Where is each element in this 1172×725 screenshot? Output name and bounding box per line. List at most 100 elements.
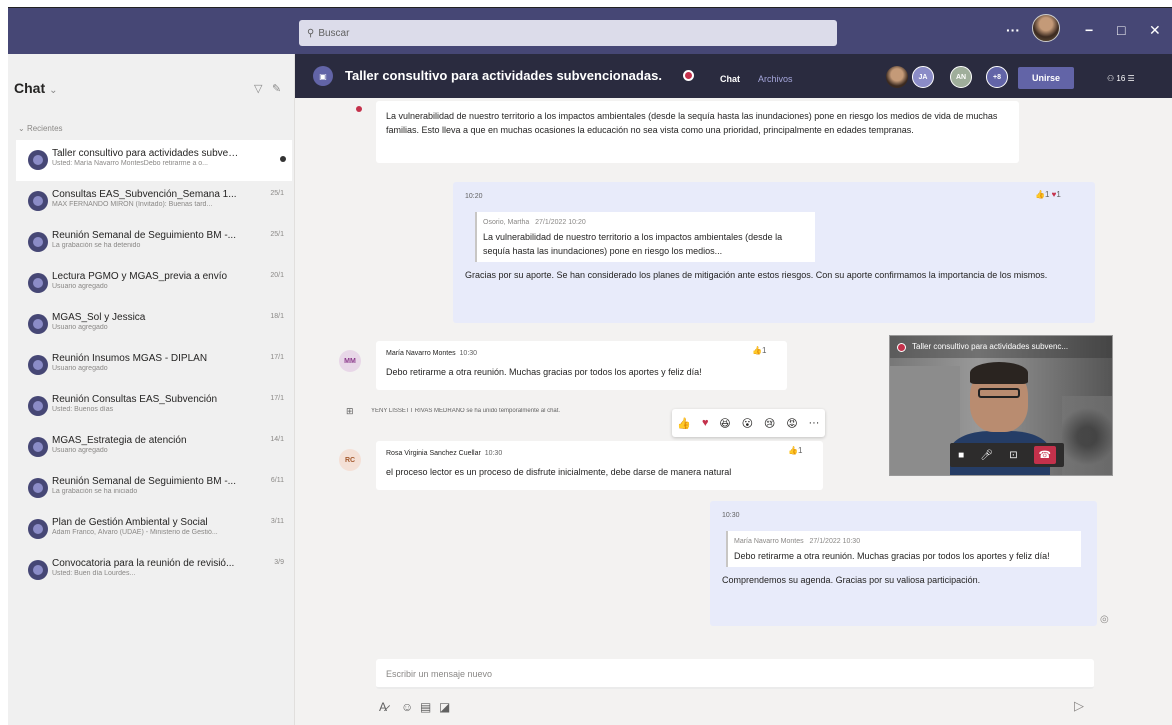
reactions[interactable]: 👍1 (788, 446, 802, 455)
message-bubble[interactable]: 10:20 Osorio, Martha 27/1/2022 10:20 La … (453, 182, 1095, 323)
participants-button[interactable]: ⚇ 16 ☰ (1107, 74, 1135, 83)
chat-avatar (28, 150, 48, 170)
camera-icon[interactable]: ■ (958, 450, 964, 461)
channel-title: Taller consultivo para actividades subve… (345, 68, 662, 83)
message-text: Gracias por su aporte. Se han considerad… (465, 270, 1048, 280)
list-item[interactable]: Reunión Semanal de Seguimiento BM -... La… (16, 222, 292, 263)
meeting-active-icon (280, 156, 286, 162)
chat-name: Consultas EAS_Subvención_Semana 1... (52, 189, 237, 200)
chat-avatar (28, 273, 48, 293)
avatar[interactable]: RC (339, 449, 361, 471)
search-input[interactable]: ⚲ Buscar (299, 20, 837, 46)
tab-chat[interactable]: Chat (720, 74, 740, 84)
list-item[interactable]: Taller consultivo para actividades subve… (16, 140, 292, 181)
chat-preview: Usuario agregado (52, 365, 108, 372)
chat-avatar (28, 519, 48, 539)
meeting-icon: ▣ (313, 66, 333, 86)
chat-list: Taller consultivo para actividades subve… (16, 140, 292, 591)
video-popout[interactable]: Taller consultivo para actividades subve… (889, 335, 1113, 476)
chat-preview: Usted: María Navarro MontesDebo retirarm… (52, 160, 209, 167)
chevron-down-icon: ⌄ (49, 85, 58, 96)
avatar[interactable]: MM (339, 350, 361, 372)
chat-preview: Usuario agregado (52, 447, 108, 454)
more-participants-badge[interactable]: +8 (986, 66, 1008, 88)
message-bubble[interactable]: La vulnerabilidad de nuestro territorio … (376, 101, 1019, 163)
close-button[interactable]: ✕ (1149, 22, 1161, 39)
video-plant (1062, 396, 1112, 475)
hang-up-button[interactable]: ☎ (1033, 446, 1056, 464)
video-person-hair (970, 362, 1028, 384)
chat-avatar (28, 232, 48, 252)
like-icon: 👍 (752, 346, 762, 355)
message-bubble[interactable]: María Navarro Montes 10:30 Debo retirarm… (376, 341, 787, 390)
user-avatar[interactable] (1032, 14, 1060, 42)
mic-icon[interactable]: 🎤︎ (980, 450, 993, 461)
list-item[interactable]: MGAS_Estrategia de atención Usuario agreg… (16, 427, 292, 468)
gif-icon[interactable]: ▤ (420, 700, 431, 714)
message-author: Rosa Virginia Sanchez Cuellar 10:30 (386, 450, 503, 457)
list-item[interactable]: Convocatoria para la reunión de revisió.… (16, 550, 292, 591)
format-icon[interactable]: A̷ (379, 700, 387, 714)
list-item[interactable]: Plan de Gestión Ambiental y Social Adam F… (16, 509, 292, 550)
message-bubble[interactable]: Rosa Virginia Sanchez Cuellar 10:30 el p… (376, 441, 823, 490)
like-icon[interactable]: 👍 (677, 417, 691, 430)
more-icon[interactable]: ··· (808, 417, 819, 429)
angry-icon[interactable]: 😡 (786, 417, 797, 430)
people-icon: ⚇ (1107, 74, 1115, 83)
list-item[interactable]: Lectura PGMO y MGAS_previa a envío Usuari… (16, 263, 292, 304)
join-button[interactable]: Unirse (1018, 67, 1074, 89)
message-text: Comprendemos su agenda. Gracias por su v… (722, 575, 981, 585)
chat-preview: Usuario agregado (52, 283, 108, 290)
quoted-message[interactable]: María Navarro Montes 27/1/2022 10:30 Deb… (726, 531, 1081, 567)
chat-name: Convocatoria para la reunión de revisió.… (52, 558, 235, 569)
message-text: Debo retirarme a otra reunión. Muchas gr… (386, 367, 702, 377)
join-icon: ⊞ (346, 406, 354, 416)
new-chat-icon[interactable]: ✎ (272, 82, 281, 95)
list-item[interactable]: Reunión Consultas EAS_Subvención Usted: B… (16, 386, 292, 427)
list-item[interactable]: Reunión Insumos MGAS - DIPLAN Usuario agr… (16, 345, 292, 386)
laugh-icon[interactable]: 😆 (719, 417, 730, 430)
participant-avatar[interactable]: JA (912, 66, 934, 88)
chat-title-label: Chat (14, 80, 46, 96)
chat-avatar (28, 191, 48, 211)
reactions[interactable]: 👍1 ♥1 (1035, 190, 1061, 199)
maximize-button[interactable]: □ (1117, 22, 1125, 38)
list-item[interactable]: MGAS_Sol y Jessica Usuario agregado 18/1 (16, 304, 292, 345)
quoted-message[interactable]: Osorio, Martha 27/1/2022 10:20 La vulner… (475, 212, 815, 262)
sticker-icon[interactable]: ◪ (439, 700, 450, 714)
list-item[interactable]: Consultas EAS_Subvención_Semana 1... MAX … (16, 181, 292, 222)
reactions[interactable]: 👍1 (752, 346, 766, 355)
chat-date: 6/11 (270, 477, 284, 484)
chat-date: 17/1 (270, 354, 284, 361)
chat-preview: La grabación se ha detenido (52, 242, 141, 249)
sad-icon[interactable]: 😢 (764, 417, 775, 430)
recording-icon (683, 70, 694, 81)
chat-list-title[interactable]: Chat ⌄ (14, 80, 58, 96)
chat-avatar (28, 314, 48, 334)
phone-icon: ☎ (1038, 449, 1052, 461)
participant-avatar-photo[interactable] (886, 66, 908, 88)
surprised-icon[interactable]: 😮 (742, 417, 753, 430)
more-options-button[interactable]: ··· (1006, 22, 1020, 38)
section-recent[interactable]: ⌄ Recientes (18, 124, 63, 133)
chat-name: Reunión Semanal de Seguimiento BM -... (52, 230, 236, 241)
chat-preview: Usuario agregado (52, 324, 108, 331)
participant-avatar[interactable]: AN (950, 66, 972, 88)
message-author: María Navarro Montes 10:30 (386, 350, 478, 357)
message-compose-input[interactable]: Escribir un mensaje nuevo (376, 659, 1094, 689)
call-controls: ■ 🎤︎ ⊡ ☎ (950, 443, 1064, 467)
minimize-button[interactable]: − (1085, 22, 1093, 38)
chat-name: Lectura PGMO y MGAS_previa a envío (52, 271, 228, 282)
filter-icon[interactable]: ▽ (254, 82, 262, 95)
reaction-picker[interactable]: 👍 ♥ 😆 😮 😢 😡 ··· (672, 409, 825, 437)
share-screen-icon[interactable]: ⊡ (1009, 450, 1017, 461)
chat-name: Plan de Gestión Ambiental y Social (52, 517, 208, 528)
send-icon[interactable]: ▷ (1074, 698, 1084, 714)
list-item[interactable]: Reunión Semanal de Seguimiento BM -... La… (16, 468, 292, 509)
heart-icon[interactable]: ♥ (702, 417, 709, 429)
chat-date: 25/1 (270, 190, 284, 197)
emoji-icon[interactable]: ☺ (401, 700, 413, 714)
message-bubble[interactable]: 10:30 María Navarro Montes 27/1/2022 10:… (710, 501, 1097, 626)
tab-files[interactable]: Archivos (758, 74, 793, 84)
chat-avatar (28, 355, 48, 375)
